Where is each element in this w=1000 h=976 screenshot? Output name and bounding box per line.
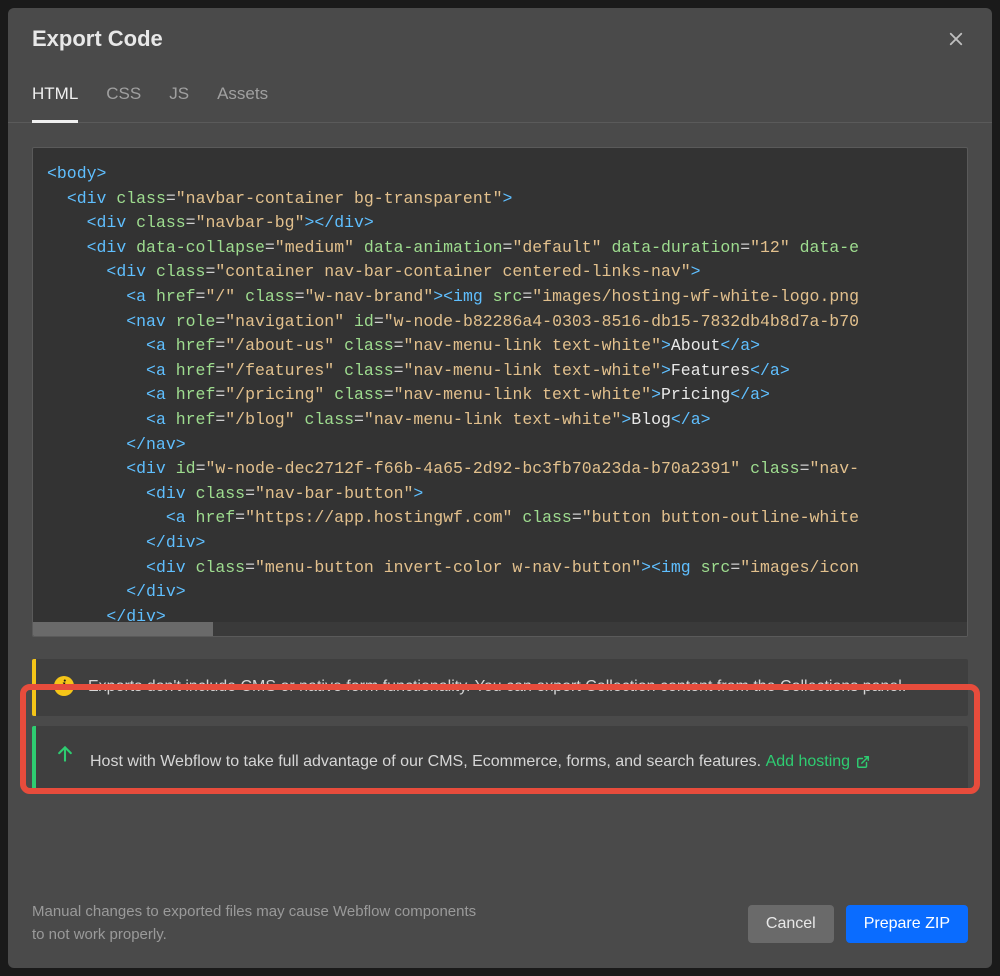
- callouts: i Exports don't include CMS or native fo…: [8, 649, 992, 801]
- tab-js[interactable]: JS: [169, 70, 189, 122]
- callout-info-text: Host with Webflow to take full advantage…: [90, 753, 761, 770]
- footer-note: Manual changes to exported files may cau…: [32, 901, 492, 946]
- modal-header: Export Code: [8, 8, 992, 70]
- footer-buttons: Cancel Prepare ZIP: [748, 905, 968, 943]
- callout-warning-text: Exports don't include CMS or native form…: [88, 675, 906, 700]
- prepare-zip-button[interactable]: Prepare ZIP: [846, 905, 968, 943]
- modal-title: Export Code: [32, 26, 163, 52]
- tab-assets[interactable]: Assets: [217, 70, 268, 122]
- code-preview[interactable]: <body> <div class="navbar-container bg-t…: [32, 147, 968, 637]
- callout-warning: i Exports don't include CMS or native fo…: [32, 659, 968, 716]
- export-code-modal: Export Code HTML CSS JS Assets <body> <d…: [8, 8, 992, 968]
- callout-info: Host with Webflow to take full advantage…: [32, 726, 968, 791]
- add-hosting-link[interactable]: Add hosting: [766, 750, 871, 775]
- arrow-up-icon: [54, 743, 76, 765]
- external-link-icon: [856, 755, 870, 769]
- info-icon: i: [54, 676, 74, 696]
- tabs: HTML CSS JS Assets: [8, 70, 992, 123]
- modal-footer: Manual changes to exported files may cau…: [8, 887, 992, 968]
- cancel-button[interactable]: Cancel: [748, 905, 834, 943]
- tab-html[interactable]: HTML: [32, 70, 78, 123]
- add-hosting-label: Add hosting: [766, 750, 851, 775]
- code-content: <body> <div class="navbar-container bg-t…: [47, 162, 967, 629]
- scrollbar-thumb[interactable]: [33, 622, 213, 636]
- horizontal-scrollbar[interactable]: [33, 622, 967, 636]
- close-icon[interactable]: [944, 27, 968, 51]
- tab-css[interactable]: CSS: [106, 70, 141, 122]
- callout-info-body: Host with Webflow to take full advantage…: [90, 742, 870, 775]
